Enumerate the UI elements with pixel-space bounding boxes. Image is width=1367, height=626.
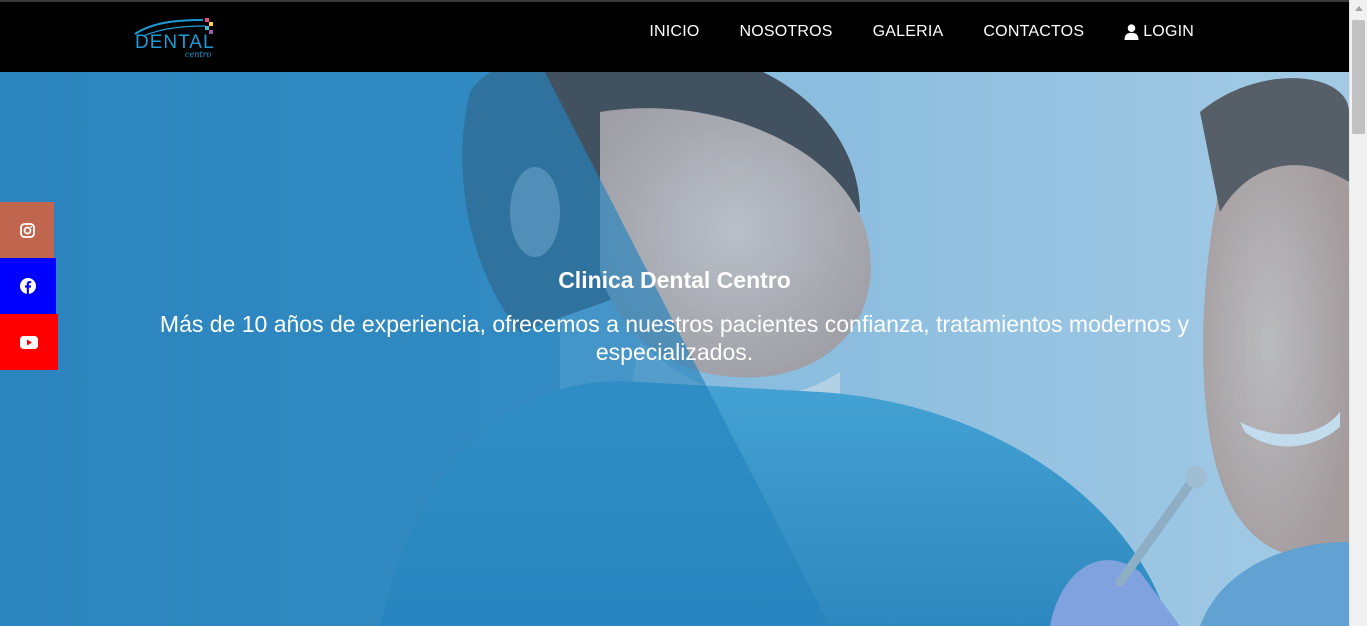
user-icon — [1124, 24, 1139, 40]
youtube-icon — [20, 335, 38, 349]
nav-link-inicio[interactable]: INICIO — [649, 20, 699, 44]
social-sidebar — [0, 202, 58, 370]
hero-title: Clinica Dental Centro — [558, 267, 791, 293]
instagram-link[interactable] — [0, 202, 54, 258]
scroll-up-arrow-icon[interactable] — [1355, 6, 1363, 11]
nav-label: INICIO — [649, 23, 700, 40]
nav-label: LOGIN — [1143, 23, 1194, 40]
page: DENTAL centro INICIO NOSOTROS GALERIA CO… — [0, 0, 1349, 626]
instagram-icon — [19, 222, 35, 238]
brand-logo[interactable]: DENTAL centro — [133, 14, 217, 62]
hero-subtitle: Más de 10 años de experiencia, ofrecemos… — [159, 311, 1190, 365]
nav-label: GALERIA — [872, 23, 944, 40]
nav-label: NOSOTROS — [739, 23, 833, 40]
nav-label: CONTACTOS — [983, 23, 1085, 40]
nav-link-login[interactable]: LOGIN — [1124, 20, 1194, 44]
facebook-icon — [20, 278, 36, 294]
hero-banner: Clinica Dental Centro Más de 10 años de … — [0, 72, 1349, 626]
navbar: DENTAL centro INICIO NOSOTROS GALERIA CO… — [0, 0, 1349, 72]
scroll-thumb[interactable] — [1352, 20, 1365, 134]
main-nav: INICIO NOSOTROS GALERIA CONTACTOS LOGIN — [649, 20, 1194, 44]
youtube-link[interactable] — [0, 314, 58, 370]
facebook-link[interactable] — [0, 258, 56, 314]
vertical-scrollbar[interactable] — [1349, 0, 1367, 626]
nav-link-nosotros[interactable]: NOSOTROS — [739, 20, 832, 44]
nav-link-contactos[interactable]: CONTACTOS — [983, 20, 1084, 44]
nav-link-galeria[interactable]: GALERIA — [873, 20, 944, 44]
logo-subtext: centro — [185, 50, 212, 59]
